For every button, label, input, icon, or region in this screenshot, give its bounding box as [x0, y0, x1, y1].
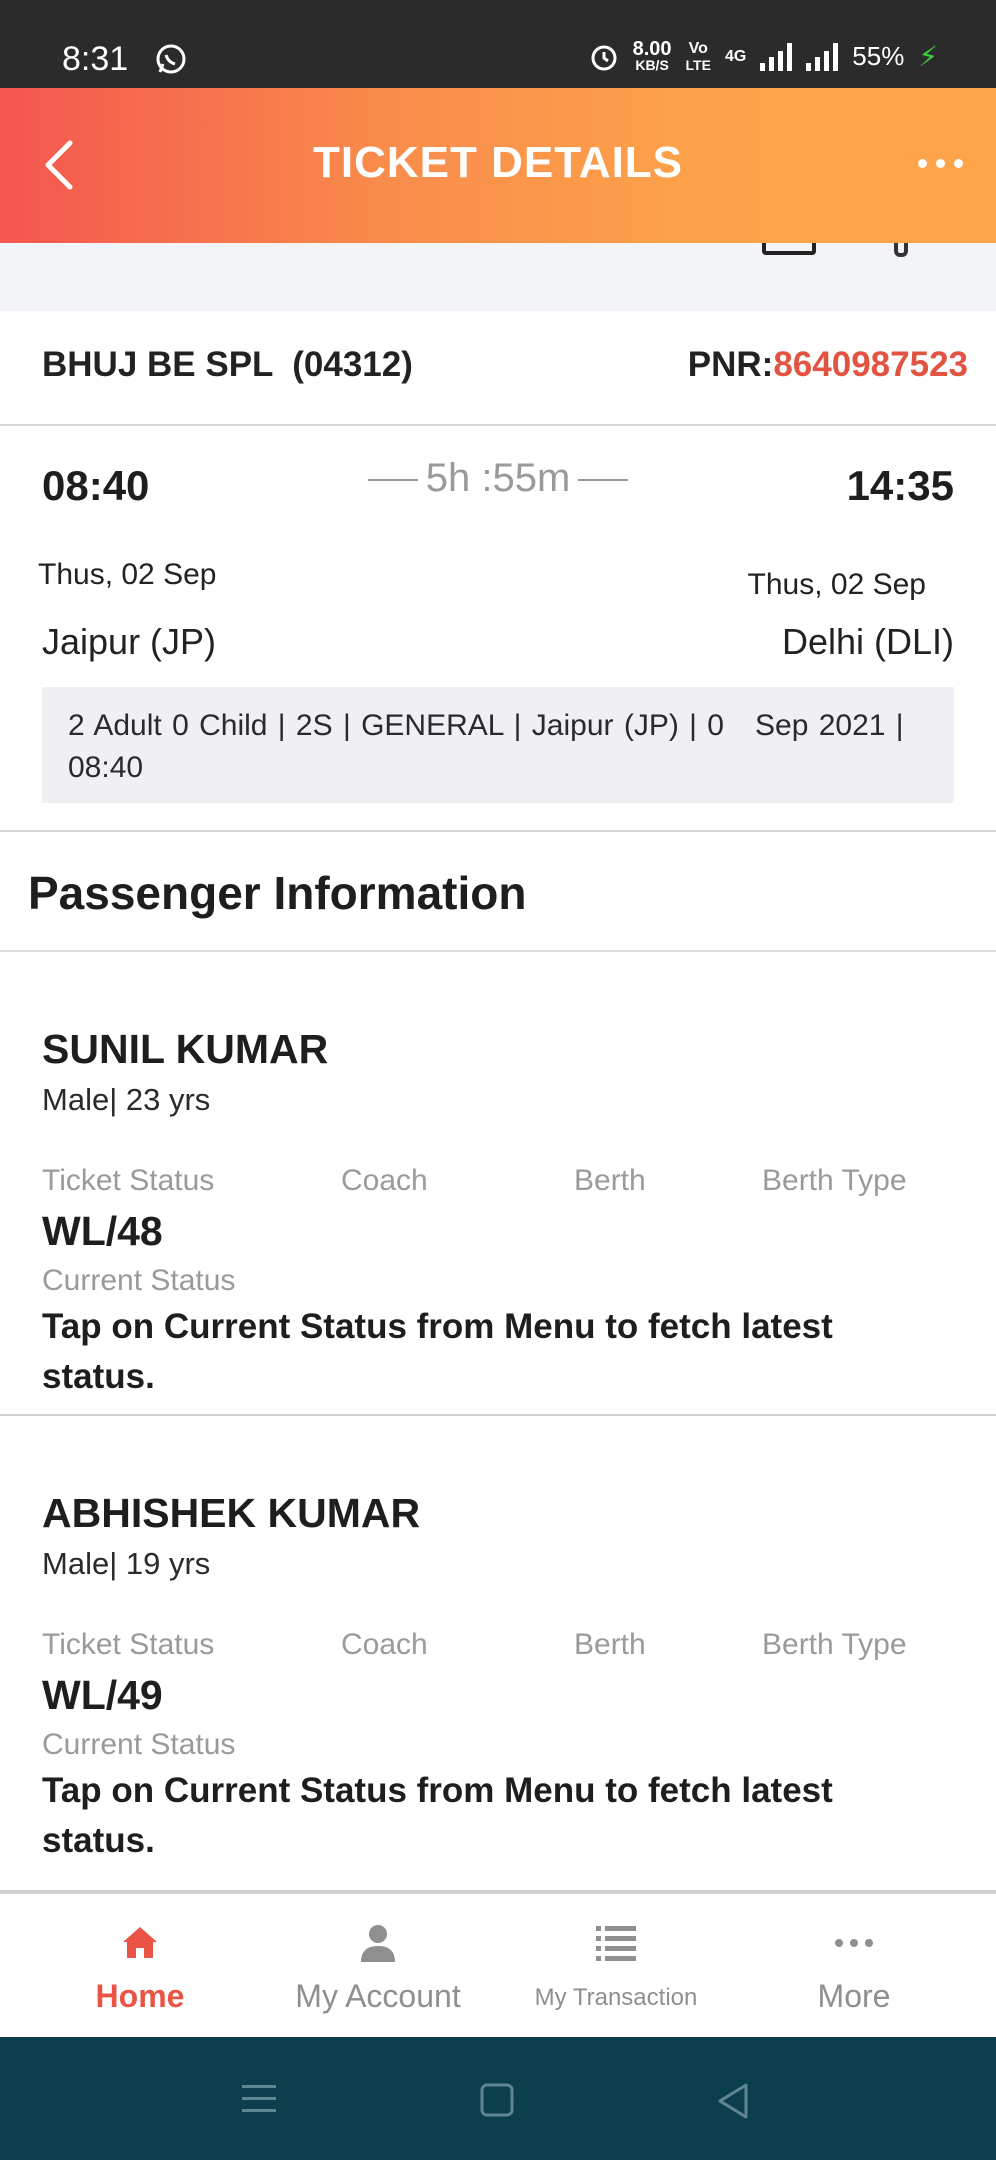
coach-label: Coach	[341, 1628, 428, 1661]
current-status-message: Tap on Current Status from Menu to fetch…	[42, 1307, 833, 1396]
menu-icon[interactable]	[240, 2081, 280, 2117]
journey-card: 08:40 5h :55m 14:35 Thus, 02 Sep Thus, 0…	[0, 426, 996, 832]
share-icon[interactable]	[894, 243, 908, 257]
duration-line-left	[367, 479, 418, 482]
nav-home[interactable]: Home	[21, 1894, 259, 2039]
home-square-icon[interactable]	[478, 2081, 518, 2121]
arrival-time: 14:35	[846, 462, 954, 509]
berth-type-label: Berth Type	[762, 1628, 907, 1661]
ticket-status-value: WL/49	[42, 1672, 163, 1718]
departure-date: Thus, 02 Sep	[38, 558, 217, 591]
status-bar: 8:31 8.00 KB/S Vo LTE 4G 55% ⚡	[0, 0, 996, 88]
page-title: TICKET DETAILS	[312, 138, 684, 187]
more-dots-icon	[835, 1939, 873, 1947]
nav-more[interactable]: More	[735, 1894, 973, 2039]
nav-my-transaction-label: My Transaction	[534, 1984, 698, 2011]
booking-summary: 2 Adult 0 Child | 2S | GENERAL | Jaipur …	[42, 687, 954, 803]
departure-station: Jaipur (JP)	[42, 621, 217, 662]
nav-more-label: More	[817, 1978, 891, 2014]
home-icon	[123, 1927, 157, 1958]
arrival-station: Delhi (DLI)	[781, 621, 954, 662]
network-type: 4G	[724, 47, 747, 65]
passenger-name: SUNIL KUMAR	[42, 1026, 329, 1072]
ticket-status-label: Ticket Status	[42, 1164, 215, 1197]
bottom-navigation: Home My Account My Transaction More	[0, 1892, 996, 2037]
status-right-group: 8.00 KB/S Vo LTE 4G 55% ⚡	[589, 37, 938, 73]
user-icon	[361, 1925, 395, 1962]
nav-my-account[interactable]: My Account	[259, 1894, 497, 2039]
pnr-number: 8640987523	[773, 345, 968, 384]
passenger-name: ABHISHEK KUMAR	[42, 1490, 421, 1536]
passenger-card: ABHISHEK KUMAR Male| 19 yrs Ticket Statu…	[0, 1416, 996, 1892]
section-title: Passenger Information	[28, 867, 527, 919]
current-status-label: Current Status	[42, 1728, 236, 1761]
berth-label: Berth	[574, 1164, 646, 1197]
back-triangle-icon[interactable]	[714, 2081, 754, 2121]
list-icon	[596, 1926, 636, 1961]
berth-type-label: Berth Type	[762, 1164, 907, 1197]
berth-label: Berth	[574, 1628, 646, 1661]
nav-my-account-label: My Account	[295, 1978, 461, 2014]
duration-text: 5h :55m	[425, 456, 571, 500]
duration-line-right	[578, 479, 629, 482]
battery-level: 55%	[852, 41, 905, 71]
alarm-icon	[591, 45, 617, 70]
coach-label: Coach	[341, 1164, 428, 1197]
passenger-section-header: Passenger Information	[0, 832, 996, 952]
nav-my-transaction[interactable]: My Transaction	[497, 1894, 735, 2039]
volte-indicator: Vo LTE	[685, 39, 711, 73]
action-strip	[0, 243, 996, 311]
charging-icon: ⚡	[918, 41, 938, 72]
calendar-icon[interactable]	[762, 243, 816, 255]
train-info-row: BHUJ BE SPL (04312) PNR:8640987523	[0, 311, 996, 426]
system-navigation-bar	[0, 2037, 996, 2160]
overflow-menu-icon[interactable]	[910, 148, 970, 178]
ticket-status-label: Ticket Status	[42, 1628, 215, 1661]
app-header: TICKET DETAILS	[0, 88, 996, 243]
current-status-label: Current Status	[42, 1264, 236, 1297]
status-time: 8:31	[62, 40, 129, 78]
signal-icon-2	[806, 42, 839, 71]
arrival-date: Thus, 02 Sep	[747, 568, 926, 601]
net-speed: 8.00 KB/S	[632, 37, 672, 73]
passenger-card: SUNIL KUMAR Male| 23 yrs Ticket Status C…	[0, 952, 996, 1416]
signal-icon-1	[760, 42, 793, 71]
ticket-status-value: WL/48	[42, 1208, 163, 1254]
passenger-info: Male| 19 yrs	[42, 1546, 211, 1581]
whatsapp-icon	[156, 44, 186, 74]
pnr-label: PNR:	[687, 345, 774, 384]
train-name: BHUJ BE SPL (04312)	[42, 345, 413, 384]
passenger-info: Male| 23 yrs	[42, 1082, 211, 1117]
nav-home-label: Home	[95, 1978, 185, 2014]
pnr-block: PNR:8640987523	[688, 345, 968, 385]
current-status-message: Tap on Current Status from Menu to fetch…	[42, 1771, 833, 1860]
